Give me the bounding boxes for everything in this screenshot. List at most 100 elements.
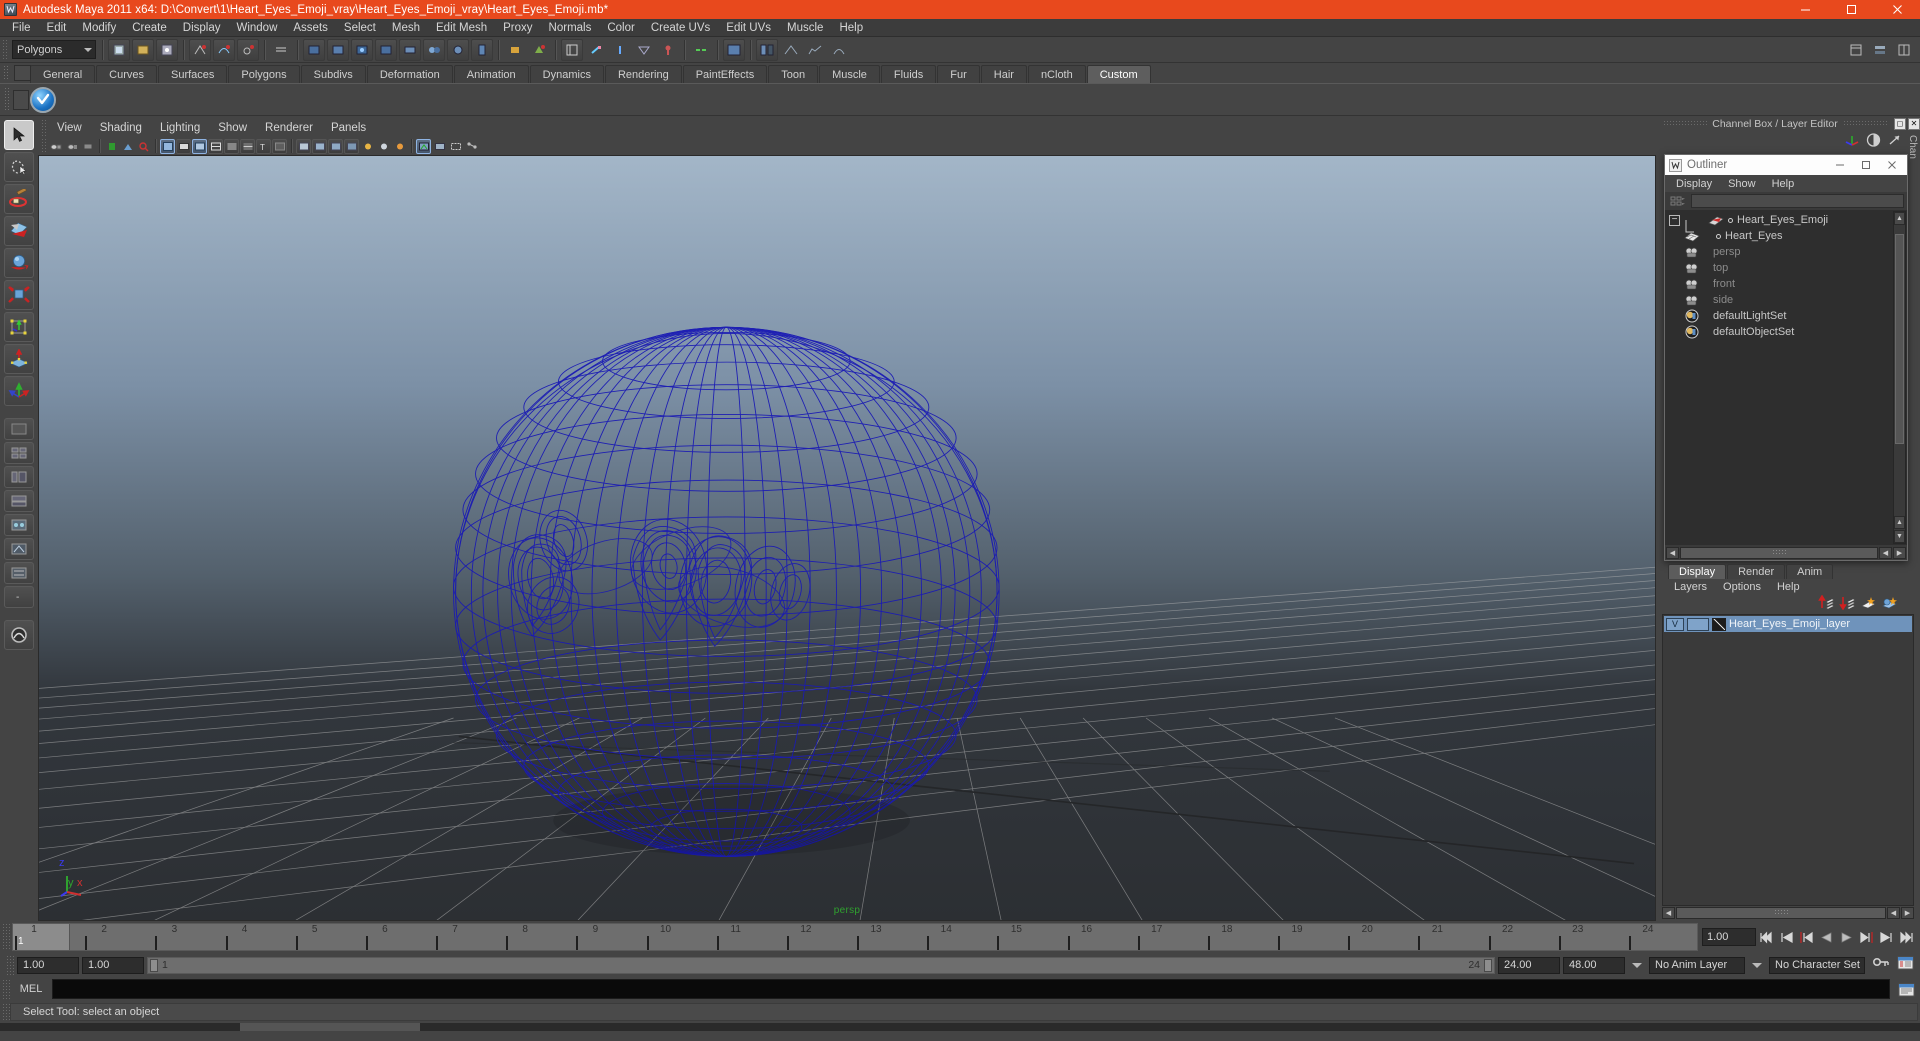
irr-render-icon[interactable]: [327, 39, 349, 61]
current-time-indicator[interactable]: 1: [13, 924, 70, 950]
move-layer-down-icon[interactable]: [1839, 595, 1856, 615]
quick-layout-persp-graph-icon[interactable]: [4, 490, 34, 512]
layer-tab-anim[interactable]: Anim: [1786, 564, 1833, 579]
outliner-item-default-object-set[interactable]: defaultObjectSet: [1665, 324, 1907, 340]
layer-visibility-toggle[interactable]: V: [1666, 618, 1684, 631]
viewport-menu-lighting[interactable]: Lighting: [151, 119, 209, 136]
graph-editor-icon[interactable]: [804, 39, 826, 61]
perspective-viewport[interactable]: z y x persp: [38, 155, 1656, 921]
anim-layer-chevron-icon[interactable]: [1632, 963, 1642, 968]
outliner-horizontal-scrollbar[interactable]: ◀ ◀ ▶: [1665, 545, 1907, 560]
quick-layout-hypershade-icon[interactable]: [4, 514, 34, 536]
help-line-gripper[interactable]: [2, 1003, 10, 1021]
outliner-search-input[interactable]: [1691, 194, 1904, 208]
quick-layout-single-icon[interactable]: [4, 418, 34, 440]
hypergraph-icon[interactable]: [828, 39, 850, 61]
maximize-button[interactable]: [1828, 0, 1874, 19]
lock-camera-icon[interactable]: [64, 139, 79, 154]
shelf-tab-curves[interactable]: Curves: [96, 65, 157, 83]
outliner-item-front[interactable]: front: [1665, 276, 1907, 292]
hscroll-right-button-a[interactable]: ◀: [1879, 547, 1892, 559]
animation-preferences-icon[interactable]: [1897, 955, 1914, 975]
image-plane-icon[interactable]: [120, 139, 135, 154]
shadows-icon[interactable]: [360, 139, 375, 154]
outliner-item-side[interactable]: side: [1665, 292, 1907, 308]
show-manipulator-icon[interactable]: [690, 39, 712, 61]
outliner-minimize-button[interactable]: [1827, 156, 1853, 174]
step-forward-key-icon[interactable]: [1877, 928, 1895, 946]
viewport-share-icon[interactable]: [464, 139, 479, 154]
quick-layout-uv-editor-icon[interactable]: [4, 538, 34, 560]
grid-toggle-icon[interactable]: [160, 139, 175, 154]
menu-help[interactable]: Help: [831, 19, 871, 37]
layer-menu-layers[interactable]: Layers: [1666, 581, 1715, 593]
paint-effects-canvas-icon[interactable]: [4, 620, 34, 650]
layout-quad-icon[interactable]: [780, 39, 802, 61]
layer-tab-render[interactable]: Render: [1727, 564, 1785, 579]
step-forward-frame-icon[interactable]: [1857, 928, 1875, 946]
camera-attributes-icon[interactable]: [80, 139, 95, 154]
range-end-handle[interactable]: [1484, 959, 1492, 972]
outliner-close-button[interactable]: [1879, 156, 1905, 174]
viewport-layout-icon[interactable]: [723, 39, 745, 61]
create-layer-from-selected-icon[interactable]: [1881, 595, 1898, 615]
layer-state-toggle[interactable]: [1687, 618, 1709, 631]
select-by-component-icon[interactable]: [156, 39, 178, 61]
range-bar-gripper[interactable]: [6, 955, 14, 975]
expand-arrow-icon[interactable]: [1887, 133, 1902, 152]
layer-hscroll-track[interactable]: [1676, 907, 1886, 919]
shelf-tab-surfaces[interactable]: Surfaces: [158, 65, 227, 83]
layer-list[interactable]: V Heart_Eyes_Emoji_layer: [1662, 614, 1914, 906]
step-back-frame-icon[interactable]: [1797, 928, 1815, 946]
scroll-down-button[interactable]: ▼: [1894, 530, 1905, 543]
panel-undock-button[interactable]: ◻: [1894, 118, 1906, 130]
quick-layout-outliner-persp-icon[interactable]: [4, 466, 34, 488]
rotate-tool[interactable]: [4, 248, 34, 278]
menu-muscle[interactable]: Muscle: [779, 19, 831, 37]
select-by-object-icon[interactable]: [132, 39, 154, 61]
ipr-render-icon[interactable]: [471, 39, 493, 61]
menu-create-uvs[interactable]: Create UVs: [643, 19, 718, 37]
expand-collapse-icon[interactable]: −: [1669, 215, 1680, 226]
vertical-tab-channel-box[interactable]: Chan: [1907, 131, 1918, 163]
construction-history-icon[interactable]: [270, 39, 292, 61]
scroll-down-arrow-top[interactable]: ▲: [1894, 516, 1905, 529]
viewport-menu-renderer[interactable]: Renderer: [256, 119, 322, 136]
select-tool[interactable]: [4, 120, 34, 150]
universal-manipulator-tool[interactable]: [4, 312, 34, 342]
create-empty-layer-icon[interactable]: [1860, 595, 1877, 615]
lasso-select-tool[interactable]: [4, 152, 34, 182]
menu-color[interactable]: Color: [599, 19, 642, 37]
range-slider-track[interactable]: 1 24: [147, 957, 1495, 974]
outliner-item-heart-eyes[interactable]: Heart_Eyes: [1665, 228, 1907, 244]
two-d-pan-zoom-icon[interactable]: [136, 139, 151, 154]
resolution-gate-icon[interactable]: [192, 139, 207, 154]
ambient-occlusion-icon[interactable]: [376, 139, 391, 154]
smooth-shade-all-icon[interactable]: [224, 139, 239, 154]
outliner-scroll-thumb[interactable]: [1895, 234, 1904, 444]
play-backwards-icon[interactable]: [1817, 928, 1835, 946]
outliner-menu-show[interactable]: Show: [1720, 178, 1764, 190]
shelf-tab-subdivs[interactable]: Subdivs: [301, 65, 366, 83]
hscroll-track[interactable]: [1680, 547, 1878, 559]
layer-editor-toggle-icon[interactable]: [1869, 39, 1891, 61]
move-tool[interactable]: [4, 216, 34, 246]
layer-item-heart-eyes-emoji-layer[interactable]: V Heart_Eyes_Emoji_layer: [1664, 616, 1912, 632]
shelf-tab-deformation[interactable]: Deformation: [367, 65, 453, 83]
shelf-options-button[interactable]: [14, 65, 31, 81]
outliner-item-heart-eyes-emoji[interactable]: − Heart_Eyes_Emoji: [1665, 212, 1907, 228]
attribute-editor-icon[interactable]: [609, 39, 631, 61]
outliner-item-default-light-set[interactable]: defaultLightSet: [1665, 308, 1907, 324]
isolate-select-icon[interactable]: [416, 139, 431, 154]
vray-render-icon[interactable]: [30, 87, 56, 113]
shelf-tab-toon[interactable]: Toon: [768, 65, 818, 83]
menu-modify[interactable]: Modify: [74, 19, 124, 37]
step-back-key-icon[interactable]: [1777, 928, 1795, 946]
statusline-gripper[interactable]: [2, 39, 9, 61]
range-start-handle[interactable]: [150, 959, 158, 972]
hscroll-right-button-b[interactable]: ▶: [1893, 547, 1906, 559]
shelf-tab-hair[interactable]: Hair: [981, 65, 1027, 83]
shelf-tab-muscle[interactable]: Muscle: [819, 65, 880, 83]
go-to-end-icon[interactable]: [1897, 928, 1915, 946]
outliner-vertical-scrollbar[interactable]: ▲ ▲ ▼: [1893, 211, 1906, 544]
